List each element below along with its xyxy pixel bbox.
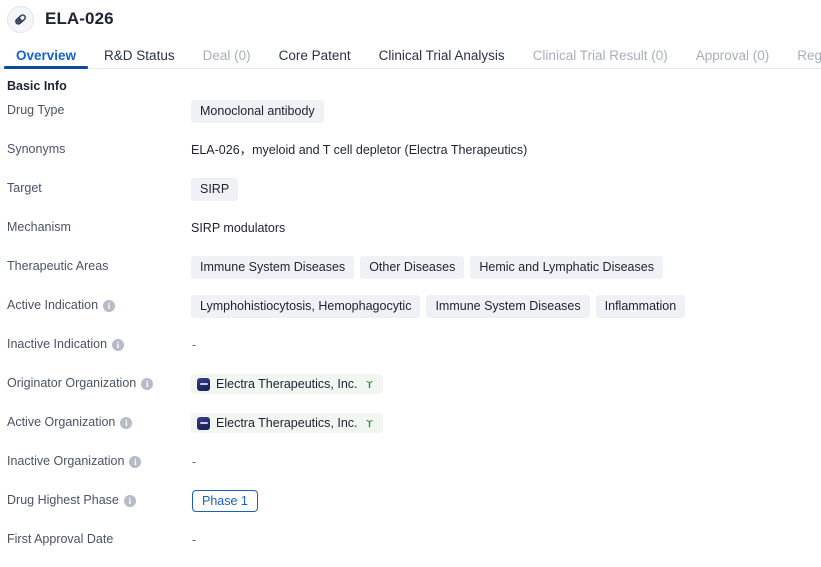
row-value-active-organization: Electra Therapeutics, Inc. — [186, 411, 821, 434]
organization-tag[interactable]: Electra Therapeutics, Inc. — [191, 413, 383, 433]
tab-deal-0[interactable]: Deal (0) — [189, 48, 265, 70]
info-icon[interactable]: i — [103, 300, 116, 312]
value-tag[interactable]: Inflammation — [595, 295, 686, 318]
info-row-active-organization: Active Organization i Electra Therapeutics… — [0, 411, 821, 450]
row-value-mechanism: SIRP modulators — [186, 216, 821, 240]
row-label-drug-highest-phase: Drug Highest Phase i — [0, 489, 186, 507]
label-text: Mechanism — [7, 220, 71, 234]
tab-regulation-0[interactable]: Regulation (0) — [783, 48, 821, 70]
tab-core-patent[interactable]: Core Patent — [265, 48, 365, 70]
row-label-mechanism: Mechanism — [0, 216, 186, 234]
row-label-first-approval-date: First Approval Date — [0, 528, 186, 546]
row-value-synonyms: ELA-026，myeloid and T cell depletor (Ele… — [186, 138, 821, 162]
info-icon[interactable]: i — [129, 456, 142, 468]
value-tag[interactable]: Lymphohistiocytosis, Hemophagocytic — [191, 295, 421, 318]
info-row-drug-highest-phase: Drug Highest Phase i Phase 1 — [0, 489, 821, 528]
organization-name: Electra Therapeutics, Inc. — [216, 377, 358, 391]
value-empty: - — [192, 338, 197, 352]
organization-name: Electra Therapeutics, Inc. — [216, 416, 358, 430]
info-icon[interactable]: i — [120, 417, 133, 429]
value-empty: - — [192, 533, 197, 547]
row-value-inactive-indication: - — [186, 333, 821, 356]
info-row-mechanism: Mechanism SIRP modulators — [0, 216, 821, 255]
row-label-drug-type: Drug Type — [0, 99, 186, 117]
info-row-target: Target SIRP — [0, 177, 821, 216]
row-label-synonyms: Synonyms — [0, 138, 186, 156]
tab-approval-0[interactable]: Approval (0) — [682, 48, 784, 70]
info-row-therapeutic-areas: Therapeutic Areas Immune System Diseases O… — [0, 255, 821, 294]
row-label-active-organization: Active Organization i — [0, 411, 186, 429]
basic-info-rows: Drug Type Monoclonal antibody Synonyms ELA-… — [0, 93, 821, 567]
organization-logo-icon — [197, 377, 210, 391]
row-value-inactive-organization: - — [186, 450, 821, 473]
row-label-target: Target — [0, 177, 186, 195]
phase-badge[interactable]: Phase 1 — [192, 490, 258, 512]
label-text: Inactive Organization — [7, 454, 125, 468]
label-text: Target — [7, 181, 42, 195]
info-row-originator-organization: Originator Organization i Electra Therapeu… — [0, 372, 821, 411]
value-tag[interactable]: Immune System Diseases — [191, 256, 355, 279]
row-value-first-approval-date: - — [186, 528, 821, 551]
tab-overview[interactable]: Overview — [2, 48, 90, 70]
label-text: Inactive Indication — [7, 337, 108, 351]
row-label-active-indication: Active Indication i — [0, 294, 186, 312]
label-text: Active Indication — [7, 298, 99, 312]
row-label-originator-organization: Originator Organization i — [0, 372, 186, 390]
drug-header: ELA-026 — [0, 0, 821, 33]
info-icon[interactable]: i — [141, 378, 154, 390]
tab-clinical-trial-result-0[interactable]: Clinical Trial Result (0) — [519, 48, 682, 70]
row-value-originator-organization: Electra Therapeutics, Inc. — [186, 372, 821, 395]
organization-tag[interactable]: Electra Therapeutics, Inc. — [191, 374, 383, 394]
sprout-icon — [364, 379, 375, 390]
value-tag[interactable]: Other Diseases — [360, 256, 465, 279]
info-row-inactive-indication: Inactive Indication i - — [0, 333, 821, 372]
value-tag[interactable]: SIRP — [191, 178, 239, 201]
label-text: Therapeutic Areas — [7, 259, 109, 273]
tab-bar: Overview R&D Status Deal (0) Core Patent Cli… — [0, 39, 821, 69]
row-value-drug-highest-phase: Phase 1 — [186, 489, 821, 512]
row-value-drug-type: Monoclonal antibody — [186, 99, 821, 123]
label-text: Synonyms — [7, 142, 66, 156]
info-row-first-approval-date: First Approval Date - — [0, 528, 821, 567]
value-tag[interactable]: Monoclonal antibody — [191, 100, 324, 123]
value-empty: - — [192, 455, 197, 469]
row-value-active-indication: Lymphohistiocytosis, Hemophagocytic Immun… — [186, 294, 821, 318]
page-title: ELA-026 — [45, 8, 114, 28]
tab-r-d-status[interactable]: R&D Status — [90, 48, 189, 70]
info-row-drug-type: Drug Type Monoclonal antibody — [0, 99, 821, 138]
info-row-synonyms: Synonyms ELA-026，myeloid and T cell deple… — [0, 138, 821, 177]
row-label-inactive-indication: Inactive Indication i — [0, 333, 186, 351]
value-tag[interactable]: Hemic and Lymphatic Diseases — [470, 256, 663, 279]
label-text: First Approval Date — [7, 532, 114, 546]
info-row-active-indication: Active Indication i Lymphohistiocytosis, H… — [0, 294, 821, 333]
value-text: ELA-026，myeloid and T cell depletor (Ele… — [191, 143, 528, 157]
label-text: Drug Highest Phase — [7, 493, 119, 507]
sprout-icon — [364, 418, 375, 429]
value-text: SIRP modulators — [191, 221, 286, 235]
label-text: Drug Type — [7, 103, 65, 117]
value-tag[interactable]: Immune System Diseases — [426, 295, 590, 318]
info-icon[interactable]: i — [112, 339, 125, 351]
row-label-therapeutic-areas: Therapeutic Areas — [0, 255, 186, 273]
row-label-inactive-organization: Inactive Organization i — [0, 450, 186, 468]
row-value-therapeutic-areas: Immune System Diseases Other Diseases Hemi… — [186, 255, 821, 279]
label-text: Originator Organization — [7, 376, 137, 390]
section-title: Basic Info — [7, 79, 67, 93]
info-row-inactive-organization: Inactive Organization i - — [0, 450, 821, 489]
capsule-icon — [7, 5, 34, 33]
row-value-target: SIRP — [186, 177, 821, 201]
info-icon[interactable]: i — [123, 495, 136, 507]
organization-logo-icon — [197, 416, 210, 430]
label-text: Active Organization — [7, 415, 116, 429]
tab-clinical-trial-analysis[interactable]: Clinical Trial Analysis — [365, 48, 519, 70]
